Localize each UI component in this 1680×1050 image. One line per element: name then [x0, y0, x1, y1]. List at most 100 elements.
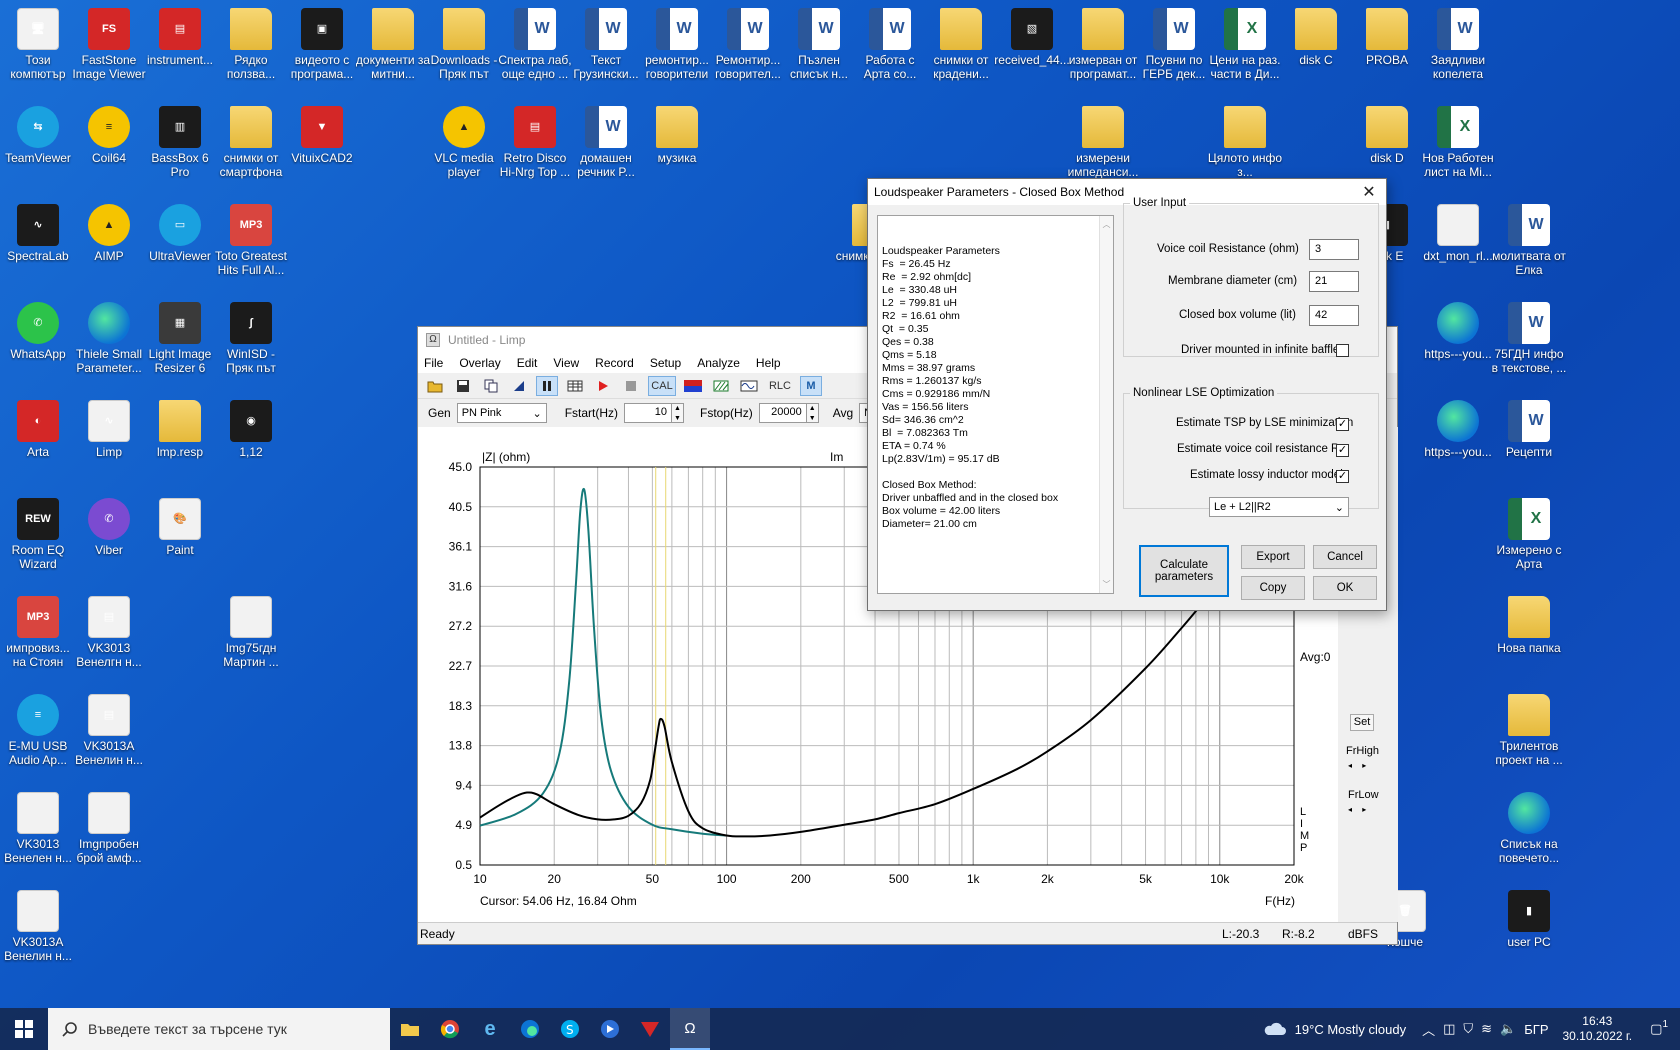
menu-overlay[interactable]: Overlay: [459, 356, 500, 370]
desktop-icon[interactable]: ▧ received_44...: [994, 8, 1070, 67]
desktop-icon[interactable]: REW Room EQ Wizard: [0, 498, 76, 571]
desktop-icon[interactable]: https---you...: [1420, 302, 1496, 361]
box-volume-input[interactable]: 42: [1309, 305, 1359, 326]
desktop-icon[interactable]: W Рецепти: [1491, 400, 1567, 459]
scroll-down-icon[interactable]: ﹀: [1103, 578, 1111, 591]
menu-help[interactable]: Help: [756, 356, 781, 370]
desktop-icon[interactable]: ∿ Limp: [71, 400, 147, 459]
desktop-icon[interactable]: музика: [639, 106, 715, 165]
play-icon[interactable]: [592, 376, 614, 396]
chrome-icon[interactable]: [430, 1008, 470, 1050]
desktop-icon[interactable]: disk D: [1349, 106, 1425, 165]
desktop-icon[interactable]: ▤ VK3013A Венелин н...: [71, 694, 147, 767]
desktop-icon[interactable]: FS FastStone Image Viewer: [71, 8, 147, 81]
skype-icon[interactable]: S: [550, 1008, 590, 1050]
menu-record[interactable]: Record: [595, 356, 634, 370]
desktop-icon[interactable]: измерван от програмат...: [1065, 8, 1141, 81]
desktop-icon[interactable]: измерени импеданси...: [1065, 106, 1141, 179]
desktop-icon[interactable]: Thiele Small Parameter...: [71, 302, 147, 375]
desktop-icon[interactable]: MP3 Toto Greatest Hits Full Al...: [213, 204, 289, 277]
desktop-icon[interactable]: документи за митни...: [355, 8, 431, 81]
desktop-icon[interactable]: VK3013 Венелен н...: [0, 792, 76, 865]
desktop-icon[interactable]: Нова папка: [1491, 596, 1567, 655]
ok-button[interactable]: OK: [1313, 576, 1377, 600]
vituixcad-icon[interactable]: [630, 1008, 670, 1050]
volume-icon[interactable]: 🔈: [1500, 1021, 1516, 1037]
flag-icon[interactable]: [682, 376, 704, 396]
stop-icon[interactable]: [620, 376, 642, 396]
estimate-tsp-checkbox[interactable]: ✓: [1336, 418, 1349, 431]
edge-icon[interactable]: [510, 1008, 550, 1050]
estimate-lossy-checkbox[interactable]: ✓: [1336, 470, 1349, 483]
results-textbox[interactable]: Loudspeaker Parameters Fs = 26.45 Hz Re …: [877, 215, 1114, 594]
desktop-icon[interactable]: https---you...: [1420, 400, 1496, 459]
voice-coil-input[interactable]: 3: [1309, 239, 1359, 260]
desktop-icon[interactable]: X Измерено с Арта: [1491, 498, 1567, 571]
desktop-icon[interactable]: lmp.resp: [142, 400, 218, 459]
chevron-up-icon[interactable]: ︿: [1422, 1020, 1435, 1039]
desktop-icon[interactable]: ▤ instrument...: [142, 8, 218, 67]
desktop-icon[interactable]: Wремонтир... говорители: [639, 8, 715, 81]
fstart-input[interactable]: 10: [624, 403, 673, 423]
cancel-button[interactable]: Cancel: [1313, 545, 1377, 569]
desktop-icon[interactable]: ▤ Retro Disco Hi-Nrg Top ...: [497, 106, 573, 179]
desktop-icon[interactable]: X Цени на раз. части в Ди...: [1207, 8, 1283, 81]
desktop-icon[interactable]: ▣ видеото с програма...: [284, 8, 360, 81]
desktop-icon[interactable]: ▭ UltraViewer: [142, 204, 218, 263]
desktop-icon[interactable]: W Псувни по ГЕРБ дек...: [1136, 8, 1212, 81]
menu-edit[interactable]: Edit: [517, 356, 538, 370]
rlc-button[interactable]: RLC: [766, 376, 794, 396]
desktop-icon[interactable]: ✆ Viber: [71, 498, 147, 557]
desktop-icon[interactable]: Wдомашен речник P...: [568, 106, 644, 179]
desktop-icon[interactable]: Wмолитвата от Елка: [1491, 204, 1567, 277]
desktop-icon[interactable]: Imgпробен брой амф...: [71, 792, 147, 865]
desktop-icon[interactable]: ⇆ TeamViewer: [0, 106, 76, 165]
network-icon[interactable]: ◫: [1443, 1021, 1455, 1037]
desktop-icon[interactable]: dxt_mon_rl...: [1420, 204, 1496, 263]
start-button[interactable]: [0, 1008, 48, 1050]
shield-icon[interactable]: ⛉: [1463, 1021, 1473, 1037]
desktop-icon[interactable]: disk C: [1278, 8, 1354, 67]
generator-select[interactable]: PN Pink ⌄: [456, 403, 547, 423]
desktop-icon[interactable]: ◐ Arta: [0, 400, 76, 459]
cal-button[interactable]: CAL: [648, 375, 676, 396]
m-button[interactable]: M: [800, 375, 822, 396]
desktop-icon[interactable]: Цялото инфо з...: [1207, 106, 1283, 179]
hatch-icon[interactable]: [710, 376, 732, 396]
fstop-spin-arrows[interactable]: ▲ ▼: [806, 403, 819, 423]
table-icon[interactable]: [564, 376, 586, 396]
wifi-icon[interactable]: ≋: [1481, 1021, 1492, 1037]
export-button[interactable]: Export: [1241, 545, 1305, 569]
desktop-icon[interactable]: PROBA: [1349, 8, 1425, 67]
pause-icon[interactable]: [536, 375, 558, 396]
desktop-icon[interactable]: W Текст Грузински...: [568, 8, 644, 81]
desktop-icon[interactable]: ▦ Light Image Resizer 6: [142, 302, 218, 375]
internet-explorer-icon[interactable]: e: [470, 1008, 510, 1050]
weather-text[interactable]: 19°C Mostly cloudy: [1295, 1022, 1406, 1037]
results-scrollbar[interactable]: ︿ ﹀: [1099, 216, 1113, 593]
desktop-icon[interactable]: снимки от крадени...: [923, 8, 999, 81]
desktop-icon[interactable]: VK3013A Венелин н...: [0, 890, 76, 963]
desktop-icon[interactable]: ▥ BassBox 6 Pro: [142, 106, 218, 179]
desktop-icon[interactable]: ∿ SpectraLab: [0, 204, 76, 263]
desktop-icon[interactable]: 🖥 Този компютър: [0, 8, 76, 81]
menu-file[interactable]: File: [424, 356, 443, 370]
desktop-icon[interactable]: ▮ user PC: [1491, 890, 1567, 949]
wave-icon[interactable]: [738, 376, 760, 396]
desktop-icon[interactable]: Downloads - Пряк път: [426, 8, 502, 81]
desktop-icon[interactable]: W Ремонтир... говорител...: [710, 8, 786, 81]
media-icon[interactable]: [590, 1008, 630, 1050]
desktop-icon[interactable]: ≡ Coil64: [71, 106, 147, 165]
desktop-icon[interactable]: W 75ГДН инфо в текстове, ...: [1491, 302, 1567, 375]
desktop-icon[interactable]: Трилентов проект на ...: [1491, 694, 1567, 767]
model-select[interactable]: Le + L2||R2 ⌄: [1209, 497, 1349, 517]
desktop-icon[interactable]: Рядко ползва...: [213, 8, 289, 81]
desktop-icon[interactable]: W Спектра лаб, още едно ...: [497, 8, 573, 81]
menu-view[interactable]: View: [553, 356, 579, 370]
menu-setup[interactable]: Setup: [650, 356, 681, 370]
desktop-icon[interactable]: ▲ VLC media player: [426, 106, 502, 179]
desktop-icon[interactable]: W Заядливи копелета: [1420, 8, 1496, 81]
open-icon[interactable]: [424, 376, 446, 396]
copy-icon[interactable]: [480, 376, 502, 396]
calculate-button[interactable]: Calculate parameters: [1139, 545, 1229, 597]
